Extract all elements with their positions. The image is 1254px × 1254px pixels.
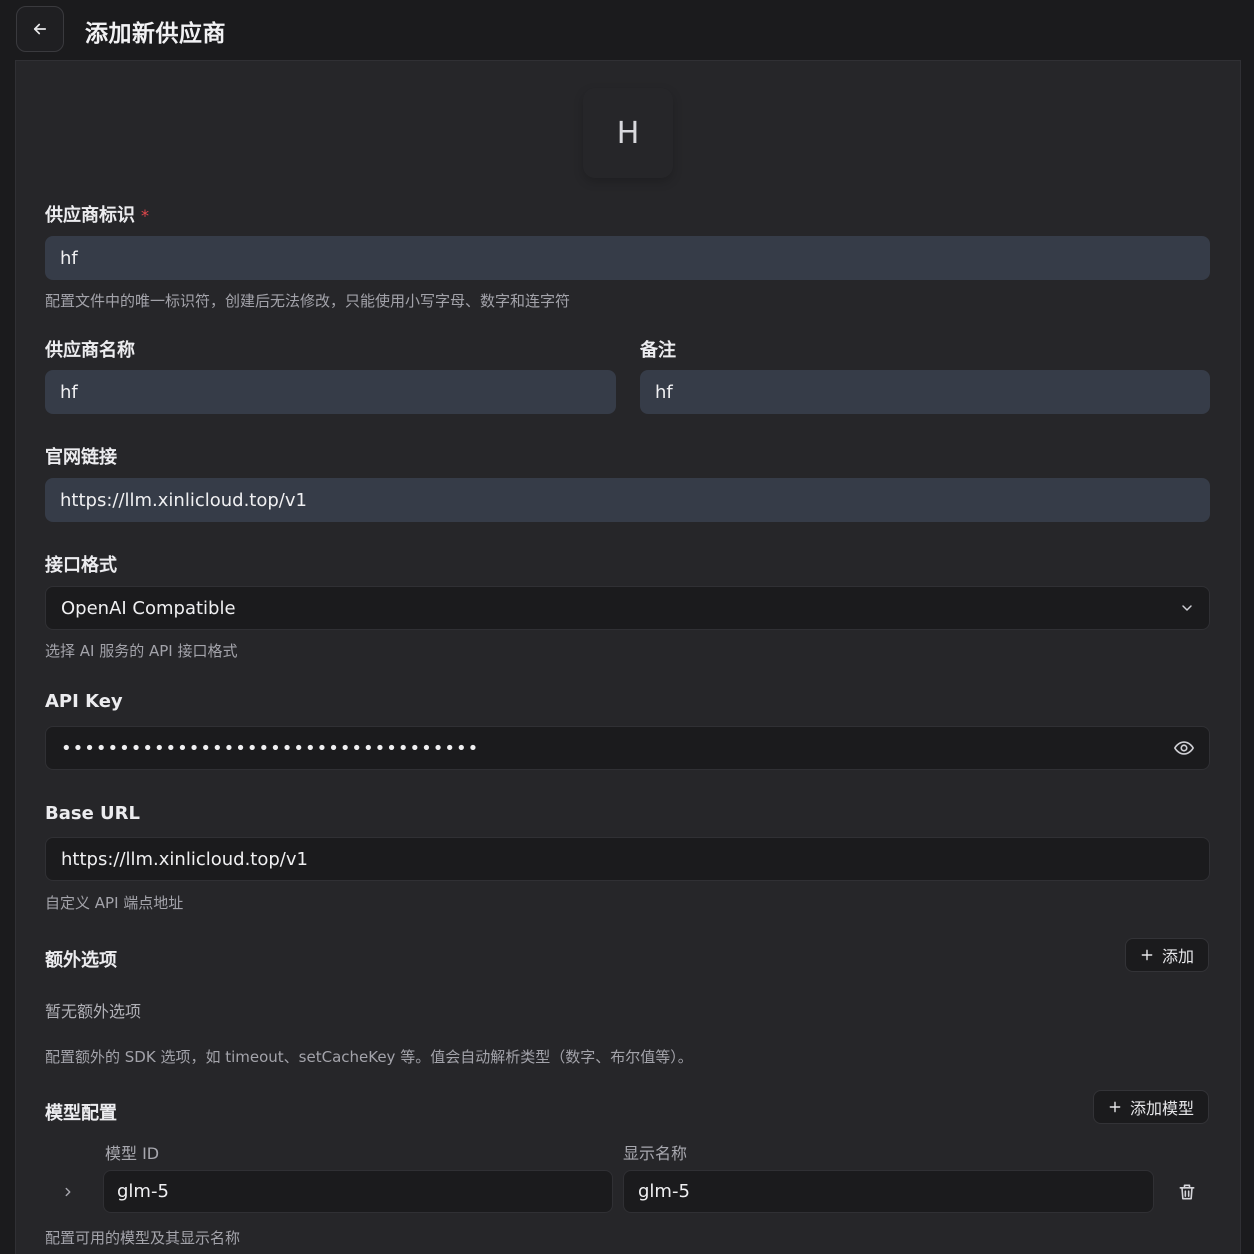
- extra-options-empty: 暂无额外选项: [45, 1002, 142, 1021]
- provider-name-label: 供应商名称: [45, 340, 135, 361]
- website-input[interactable]: https://llm.xinlicloud.top/v1: [45, 478, 1210, 522]
- arrow-left-icon: [33, 23, 47, 35]
- trash-icon[interactable]: [1174, 1178, 1200, 1206]
- add-model-button[interactable]: 添加模型: [1093, 1090, 1209, 1124]
- website-label: 官网链接: [45, 447, 117, 468]
- chevron-down-icon: [1179, 600, 1195, 616]
- provider-name-value: hf: [60, 381, 78, 403]
- api-format-selected: OpenAI Compatible: [61, 597, 236, 619]
- extra-options-label: 额外选项: [45, 950, 117, 971]
- base-url-value: https://llm.xinlicloud.top/v1: [61, 848, 308, 870]
- model-display-name-input[interactable]: glm-5: [623, 1170, 1154, 1213]
- api-format-hint: 选择 AI 服务的 API 接口格式: [45, 642, 238, 660]
- chevron-right-icon[interactable]: [56, 1180, 80, 1204]
- base-url-hint: 自定义 API 端点地址: [45, 894, 184, 912]
- plus-icon: [1141, 949, 1153, 961]
- api-key-input[interactable]: ••••••••••••••••••••••••••••••••••••: [45, 726, 1210, 770]
- api-key-label: API Key: [45, 691, 123, 712]
- extra-options-hint: 配置额外的 SDK 选项，如 timeout、setCacheKey 等。值会自…: [45, 1048, 693, 1066]
- base-url-label: Base URL: [45, 803, 141, 824]
- model-id-input[interactable]: glm-5: [103, 1170, 613, 1213]
- add-model-label: 添加模型: [1130, 1099, 1195, 1118]
- models-hint: 配置可用的模型及其显示名称: [45, 1229, 241, 1247]
- plus-icon: [1109, 1101, 1121, 1113]
- api-format-select[interactable]: OpenAI Compatible: [45, 586, 1210, 630]
- models-label: 模型配置: [45, 1103, 117, 1124]
- back-button[interactable]: [16, 6, 64, 52]
- model-id-value: glm-5: [117, 1181, 169, 1202]
- provider-id-label: 供应商标识 *: [45, 205, 149, 226]
- required-mark: *: [141, 206, 149, 225]
- api-key-value: ••••••••••••••••••••••••••••••••••••: [61, 737, 480, 759]
- add-option-button[interactable]: 添加: [1125, 938, 1209, 972]
- website-value: https://llm.xinlicloud.top/v1: [60, 489, 307, 511]
- base-url-input[interactable]: https://llm.xinlicloud.top/v1: [45, 837, 1210, 881]
- api-format-label: 接口格式: [45, 555, 117, 576]
- provider-avatar[interactable]: H: [583, 88, 673, 178]
- notes-label: 备注: [640, 340, 676, 361]
- model-id-column-label: 模型 ID: [105, 1144, 160, 1163]
- add-option-label: 添加: [1162, 947, 1195, 966]
- eye-icon[interactable]: [1173, 737, 1195, 759]
- notes-value: hf: [655, 381, 673, 403]
- provider-id-hint: 配置文件中的唯一标识符，创建后无法修改，只能使用小写字母、数字和连字符: [45, 292, 571, 310]
- provider-id-input[interactable]: hf: [45, 236, 1210, 280]
- page-title: 添加新供应商: [85, 21, 226, 47]
- provider-name-input[interactable]: hf: [45, 370, 616, 414]
- provider-id-value: hf: [60, 247, 78, 269]
- model-display-name-value: glm-5: [638, 1181, 690, 1202]
- display-name-column-label: 显示名称: [623, 1144, 688, 1163]
- notes-input[interactable]: hf: [640, 370, 1210, 414]
